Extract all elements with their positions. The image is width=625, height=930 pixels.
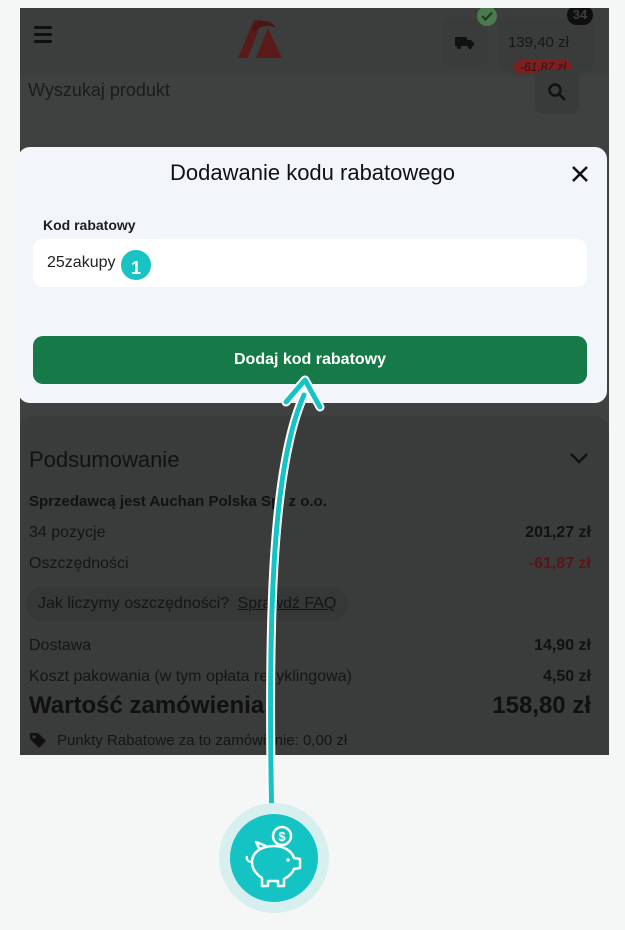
summary-title: Podsumowanie (29, 447, 180, 472)
discount-code-modal: Dodawanie kodu rabatowego Kod rabatowy D… (18, 147, 607, 403)
faq-link[interactable]: Sprawdź FAQ (238, 595, 337, 612)
cart-amount: 139,40 zł (508, 34, 569, 51)
auchan-logo[interactable] (234, 14, 286, 60)
chevron-down-icon[interactable] (569, 452, 589, 464)
top-bar: 139,40 zł -61,87 zł (20, 8, 609, 76)
reward-points-row: Punkty Rabatowe za to zamówienie: 0,00 z… (29, 732, 347, 749)
faq-question: Jak liczymy oszczędności? (38, 595, 230, 612)
check-icon (481, 11, 493, 21)
reward-points-text: Punkty Rabatowe za to zamówienie: 0,00 z… (57, 732, 348, 749)
search-button[interactable] (535, 70, 579, 114)
discount-code-label: Kod rabatowy (43, 217, 136, 233)
step-number-badge: 1 (118, 247, 154, 283)
delivery-button[interactable] (442, 18, 488, 66)
faq-info: Jak liczymy oszczędności? Sprawdź FAQ (26, 587, 349, 621)
modal-title: Dodawanie kodu rabatowego (170, 160, 455, 185)
order-total-label: Wartość zamówienia (29, 692, 265, 719)
add-discount-code-button[interactable]: Dodaj kod rabatowy (33, 336, 587, 384)
tag-icon (30, 733, 46, 748)
delivery-value: 14,90 zł (534, 637, 591, 654)
svg-text:$: $ (278, 829, 286, 844)
search-input[interactable]: Wyszukaj produkt (28, 80, 170, 101)
seller-info: Sprzedawcą jest Auchan Polska Sp. z o.o. (29, 493, 327, 510)
discount-code-input[interactable] (33, 239, 587, 287)
close-icon[interactable] (570, 164, 590, 184)
delivery-label: Dostawa (29, 637, 92, 654)
piggy-bank-badge: $ (230, 814, 318, 902)
items-count-label: 34 pozycje (29, 524, 106, 541)
cart-count-badge: 34 (567, 8, 593, 25)
packaging-value: 4,50 zł (542, 668, 591, 685)
items-subtotal-value: 201,27 zł (525, 524, 591, 541)
packaging-label: Koszt pakowania (w tym opłata recyklingo… (29, 668, 352, 685)
savings-value: -61,87 zł (528, 555, 591, 572)
truck-icon (455, 37, 474, 50)
cart-button[interactable]: 139,40 zł -61,87 zł (498, 18, 594, 74)
search-icon (548, 83, 566, 101)
order-summary: Podsumowanie Sprzedawcą jest Auchan Pols… (20, 416, 609, 755)
hamburger-icon[interactable] (34, 26, 52, 43)
piggy-bank-icon: $ (245, 825, 302, 888)
order-total-value: 158,80 zł (492, 692, 591, 719)
savings-label: Oszczędności (29, 555, 129, 572)
